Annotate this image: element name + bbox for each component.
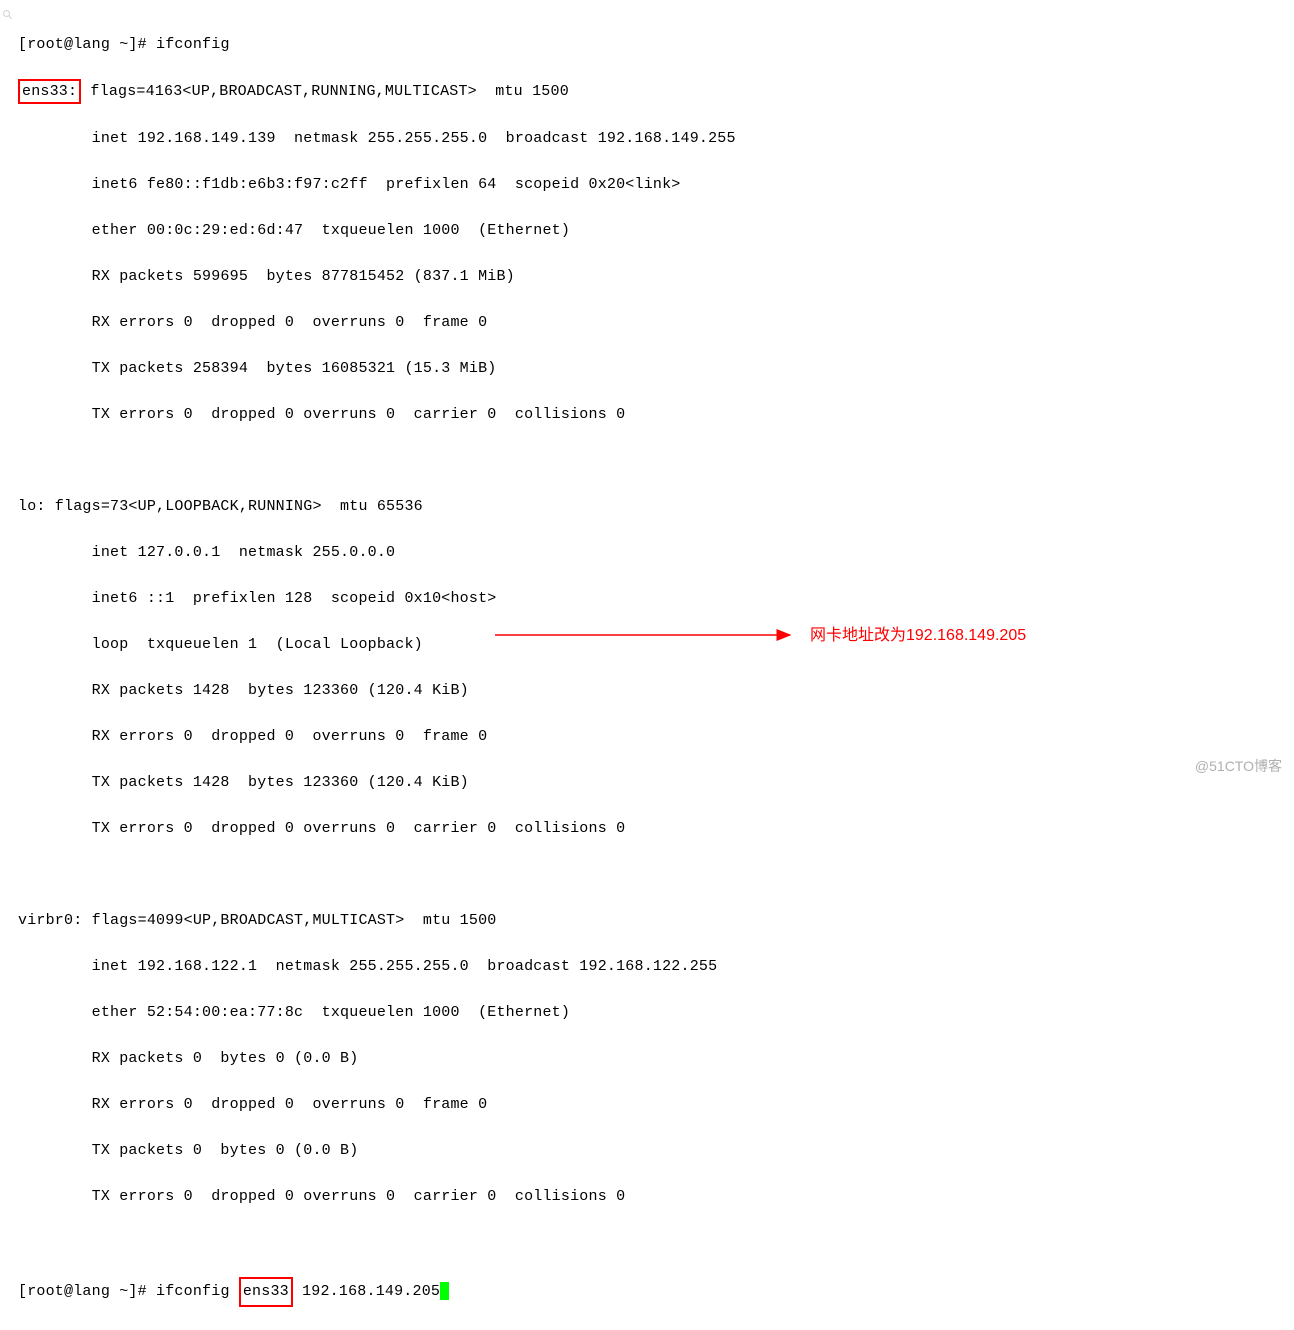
command-part: ifconfig (156, 1283, 239, 1300)
output-line: inet6 ::1 prefixlen 128 scopeid 0x10<hos… (18, 587, 1294, 610)
output-line: RX packets 599695 bytes 877815452 (837.1… (18, 265, 1294, 288)
output-line: RX errors 0 dropped 0 overruns 0 frame 0 (18, 311, 1294, 334)
highlight-ens33-arg: ens33 (239, 1277, 293, 1307)
blank-line (18, 1231, 1294, 1254)
terminal-output[interactable]: [root@lang ~]# ifconfig ens33: flags=416… (0, 0, 1294, 1330)
output-line: TX packets 0 bytes 0 (0.0 B) (18, 1139, 1294, 1162)
output-line: TX packets 1428 bytes 123360 (120.4 KiB) (18, 771, 1294, 794)
output-line: RX errors 0 dropped 0 overruns 0 frame 0 (18, 725, 1294, 748)
prompt-line-2: [root@lang ~]# ifconfig ens33 192.168.14… (18, 1277, 1294, 1307)
output-line: RX packets 1428 bytes 123360 (120.4 KiB) (18, 679, 1294, 702)
annotation-text: 网卡地址改为192.168.149.205 (810, 624, 1026, 647)
watermark: @51CTO博客 (1195, 755, 1282, 778)
cursor-icon (440, 1282, 449, 1300)
command-ip-arg: 192.168.149.205 (293, 1283, 440, 1300)
output-line: inet 127.0.0.1 netmask 255.0.0.0 (18, 541, 1294, 564)
output-line: RX packets 0 bytes 0 (0.0 B) (18, 1047, 1294, 1070)
annotation-arrow-icon (490, 625, 800, 645)
output-line: inet6 fe80::f1db:e6b3:f97:c2ff prefixlen… (18, 173, 1294, 196)
output-line: ether 52:54:00:ea:77:8c txqueuelen 1000 … (18, 1001, 1294, 1024)
shell-prompt: [root@lang ~]# (18, 1283, 156, 1300)
prompt-line-1: [root@lang ~]# ifconfig (18, 33, 1294, 56)
blank-line (18, 449, 1294, 472)
output-line: virbr0: flags=4099<UP,BROADCAST,MULTICAS… (18, 909, 1294, 932)
command-ifconfig: ifconfig (156, 36, 230, 53)
output-line: TX errors 0 dropped 0 overruns 0 carrier… (18, 817, 1294, 840)
iface-ens33-flags: flags=4163<UP,BROADCAST,RUNNING,MULTICAS… (81, 83, 569, 100)
output-line: TX errors 0 dropped 0 overruns 0 carrier… (18, 403, 1294, 426)
output-line: inet 192.168.122.1 netmask 255.255.255.0… (18, 955, 1294, 978)
iface-ens33-header: ens33: flags=4163<UP,BROADCAST,RUNNING,M… (18, 79, 1294, 104)
blank-line (18, 863, 1294, 886)
output-line: TX errors 0 dropped 0 overruns 0 carrier… (18, 1185, 1294, 1208)
output-line: inet 192.168.149.139 netmask 255.255.255… (18, 127, 1294, 150)
output-line: TX packets 258394 bytes 16085321 (15.3 M… (18, 357, 1294, 380)
shell-prompt: [root@lang ~]# (18, 36, 156, 53)
output-line: lo: flags=73<UP,LOOPBACK,RUNNING> mtu 65… (18, 495, 1294, 518)
output-line: RX errors 0 dropped 0 overruns 0 frame 0 (18, 1093, 1294, 1116)
search-icon (2, 6, 14, 18)
highlight-ens33: ens33: (18, 79, 81, 104)
output-line: ether 00:0c:29:ed:6d:47 txqueuelen 1000 … (18, 219, 1294, 242)
